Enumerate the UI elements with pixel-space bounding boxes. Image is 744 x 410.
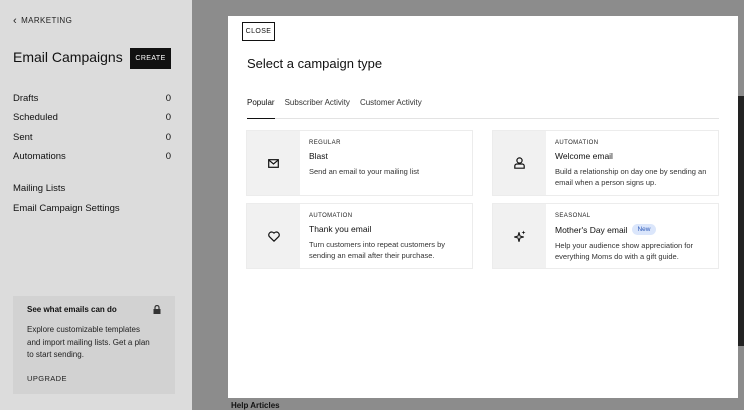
sidebar-item-label: Automations bbox=[13, 151, 66, 162]
card-body: AUTOMATION Welcome email Build a relatio… bbox=[546, 131, 718, 195]
tab-popular[interactable]: Popular bbox=[247, 97, 275, 119]
sidebar-item-scheduled[interactable]: Scheduled 0 bbox=[13, 112, 171, 123]
card-name: Blast bbox=[309, 151, 463, 161]
heart-icon bbox=[267, 230, 280, 242]
card-name: Thank you email bbox=[309, 224, 463, 234]
card-icon-panel bbox=[247, 131, 300, 195]
sidebar-item-campaign-settings[interactable]: Email Campaign Settings bbox=[13, 203, 120, 214]
campaign-card-thank-you-email[interactable]: AUTOMATION Thank you email Turn customer… bbox=[246, 203, 473, 269]
card-name-label: Mother's Day email bbox=[555, 224, 628, 235]
sidebar-item-mailing-lists[interactable]: Mailing Lists bbox=[13, 183, 65, 194]
back-to-marketing-link[interactable]: ‹ MARKETING bbox=[13, 14, 73, 27]
card-description: Turn customers into repeat customers by … bbox=[309, 240, 446, 260]
tab-subscriber-activity[interactable]: Subscriber Activity bbox=[285, 97, 350, 119]
sidebar-item-sent[interactable]: Sent 0 bbox=[13, 132, 171, 143]
card-name-label: Thank you email bbox=[309, 224, 372, 234]
sparkle-icon bbox=[513, 230, 525, 242]
tab-customer-activity[interactable]: Customer Activity bbox=[360, 97, 422, 119]
sidebar-item-count: 0 bbox=[165, 93, 171, 104]
lock-icon bbox=[153, 305, 161, 314]
card-body: AUTOMATION Thank you email Turn customer… bbox=[300, 204, 472, 268]
promo-title: See what emails can do bbox=[27, 305, 117, 314]
promo-text: Explore customizable templates and impor… bbox=[27, 325, 150, 359]
card-name: Welcome email bbox=[555, 151, 709, 161]
sidebar-item-drafts[interactable]: Drafts 0 bbox=[13, 93, 171, 104]
card-body: REGULAR Blast Send an email to your mail… bbox=[300, 131, 472, 195]
sidebar-item-label: Sent bbox=[13, 132, 33, 143]
card-description: Build a relationship on day one by sendi… bbox=[555, 167, 707, 187]
help-articles-link[interactable]: Help Articles bbox=[231, 401, 280, 410]
card-body: SEASONAL Mother's Day email New Help you… bbox=[546, 204, 718, 268]
campaign-tabs: Popular Subscriber Activity Customer Act… bbox=[247, 97, 719, 119]
sidebar-item-count: 0 bbox=[165, 151, 171, 162]
person-icon bbox=[514, 157, 525, 169]
create-button[interactable]: CREATE bbox=[130, 48, 171, 69]
campaign-card-mothers-day-email[interactable]: SEASONAL Mother's Day email New Help you… bbox=[492, 203, 719, 269]
sidebar-item-label: Scheduled bbox=[13, 112, 58, 123]
campaign-card-welcome-email[interactable]: AUTOMATION Welcome email Build a relatio… bbox=[492, 130, 719, 196]
new-badge: New bbox=[632, 224, 656, 235]
sidebar-item-automations[interactable]: Automations 0 bbox=[13, 151, 171, 162]
back-link-label: MARKETING bbox=[21, 16, 73, 25]
close-button[interactable]: CLOSE bbox=[242, 22, 275, 41]
background-content-edge bbox=[738, 96, 744, 346]
modal-title: Select a campaign type bbox=[247, 56, 383, 71]
mail-icon bbox=[268, 158, 279, 168]
card-name-label: Welcome email bbox=[555, 151, 613, 161]
sidebar-item-label: Drafts bbox=[13, 93, 39, 104]
chevron-left-icon: ‹ bbox=[13, 14, 18, 27]
campaign-type-modal: CLOSE Select a campaign type Popular Sub… bbox=[228, 16, 738, 398]
sidebar-item-count: 0 bbox=[165, 132, 171, 143]
upgrade-link[interactable]: UPGRADE bbox=[27, 374, 161, 383]
sidebar: ‹ MARKETING Email Campaigns CREATE Draft… bbox=[0, 0, 192, 410]
card-kind: SEASONAL bbox=[555, 213, 591, 219]
card-description: Help your audience show appreciation for… bbox=[555, 241, 693, 261]
campaign-card-blast[interactable]: REGULAR Blast Send an email to your mail… bbox=[246, 130, 473, 196]
card-kind: REGULAR bbox=[309, 140, 341, 146]
card-kind: AUTOMATION bbox=[309, 213, 353, 219]
sidebar-item-count: 0 bbox=[165, 112, 171, 123]
card-name: Mother's Day email New bbox=[555, 224, 709, 235]
card-icon-panel bbox=[493, 131, 546, 195]
card-name-label: Blast bbox=[309, 151, 328, 161]
card-icon-panel bbox=[493, 204, 546, 268]
promo-title-row: See what emails can do bbox=[27, 305, 161, 314]
upgrade-promo: See what emails can do Explore customiza… bbox=[13, 296, 175, 394]
card-icon-panel bbox=[247, 204, 300, 268]
page-title: Email Campaigns bbox=[13, 49, 123, 65]
card-kind: AUTOMATION bbox=[555, 140, 599, 146]
card-description: Send an email to your mailing list bbox=[309, 167, 420, 176]
